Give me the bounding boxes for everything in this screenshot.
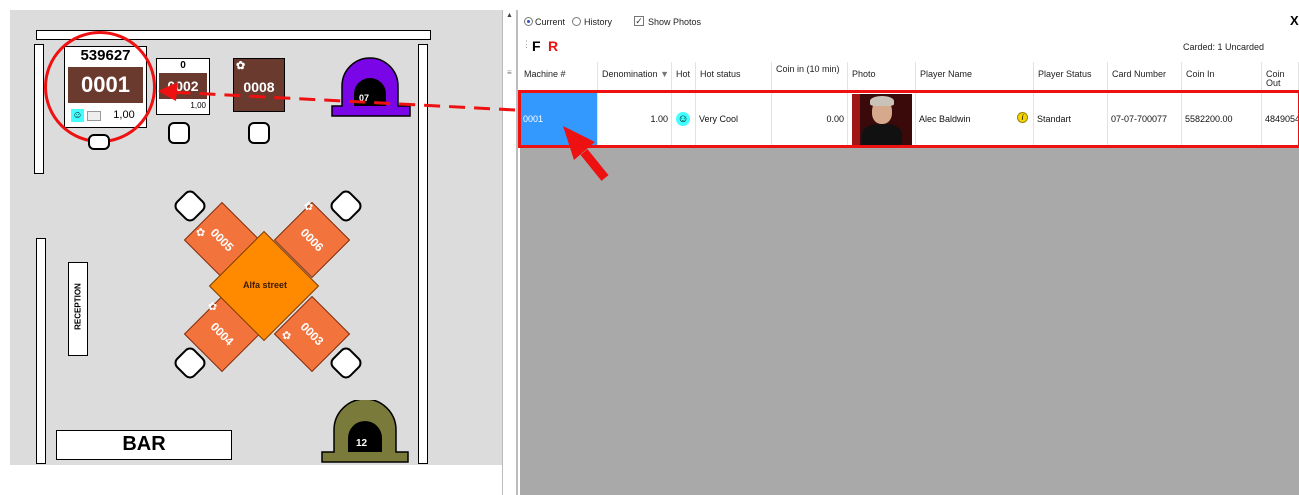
table-label: Alfa street (242, 280, 287, 290)
machine-12[interactable] (320, 400, 410, 464)
gear-icon: ✿ (304, 201, 314, 213)
col-photo[interactable]: Photo (848, 62, 916, 92)
cell-player-name[interactable]: Alec Baldwin i (916, 92, 1034, 148)
col-hot-status[interactable]: Hot status (696, 62, 772, 92)
machine-0008[interactable]: ✿ 0008 (233, 58, 285, 112)
history-label: History (584, 17, 613, 27)
reception-label: RECEPTION (73, 283, 83, 330)
carded-summary: Carded: 1 Uncarded (1183, 42, 1265, 52)
chair (168, 122, 190, 144)
show-photos-checkbox[interactable]: ✓ (634, 16, 644, 26)
chair (248, 122, 270, 144)
close-icon[interactable]: X (1290, 13, 1299, 28)
col-denomination[interactable]: Denomination ▼ (598, 62, 672, 92)
machines-panel: Current History ✓ Show Photos X F R Card… (520, 10, 1299, 495)
machine-07[interactable] (330, 56, 412, 118)
col-coin-in[interactable]: Coin In (1182, 62, 1262, 92)
left-lower-wall (36, 238, 46, 464)
grip-icon[interactable]: ≡ (507, 68, 512, 77)
toolbar: Current History ✓ Show Photos X F R Card… (520, 10, 1299, 62)
current-radio[interactable] (524, 17, 533, 26)
cell-hot-status[interactable]: Very Cool (696, 92, 772, 148)
current-label: Current (535, 17, 566, 27)
floor-plan: 539627 0001 ☺ 1,00 0 0002 1,00 ✿ 0008 07 (10, 10, 502, 465)
machine-number: 0008 (243, 79, 275, 95)
gear-icon: ✿ (236, 60, 246, 72)
cell-coin-in-10min[interactable]: 0.00 (772, 92, 848, 148)
cell-denomination[interactable]: 1.00 (598, 92, 672, 148)
col-coin-out[interactable]: Coin Out (1262, 62, 1299, 92)
machine-0002[interactable]: 0 0002 1,00 (156, 58, 210, 115)
machine-number: 0002 (159, 73, 207, 99)
cell-coin-in[interactable]: 5582200.00 (1182, 92, 1262, 148)
sort-icon: ▼ (660, 69, 669, 79)
col-hot[interactable]: Hot (672, 62, 696, 92)
grid-header: Machine # Denomination ▼ Hot Hot status … (520, 62, 1299, 92)
player-photo (852, 94, 912, 146)
col-coin-in-10min[interactable]: Coin in (10 min) (772, 62, 848, 92)
machine-card-number: 0 (180, 60, 186, 71)
machine-number: 12 (356, 438, 368, 449)
machine-denomination: 1,00 (190, 101, 206, 110)
table-row[interactable]: 0001 1.00 ☺ Very Cool 0.00 Alec Baldwin … (520, 92, 1299, 148)
cell-photo[interactable] (848, 92, 916, 148)
panel-splitter[interactable]: ▲ ≡ (502, 10, 520, 495)
toolbar-grip-icon: ⋮ (522, 39, 531, 49)
col-player-status[interactable]: Player Status (1034, 62, 1108, 92)
col-card-number[interactable]: Card Number (1108, 62, 1182, 92)
info-icon[interactable]: i (1017, 112, 1028, 123)
filter-f-button[interactable]: F (532, 38, 541, 54)
gear-icon: ✿ (208, 301, 218, 313)
col-player-name[interactable]: Player Name (916, 62, 1034, 92)
chair (171, 187, 209, 225)
col-machine[interactable]: Machine # (520, 62, 598, 92)
machine-number: 07 (359, 93, 370, 103)
chair (327, 187, 365, 225)
gear-icon: ✿ (282, 330, 292, 342)
chair (88, 134, 110, 150)
highlight-circle (44, 31, 156, 143)
filter-r-button[interactable]: R (548, 38, 558, 54)
smiley-icon: ☺ (676, 112, 690, 126)
cell-machine[interactable]: 0001 (520, 92, 598, 148)
cell-card-number[interactable]: 07-07-700077 (1108, 92, 1182, 148)
cell-player-status[interactable]: Standart (1034, 92, 1108, 148)
cell-hot[interactable]: ☺ (672, 92, 696, 148)
left-wall (34, 44, 44, 174)
bar-label: BAR (122, 433, 166, 455)
right-wall (418, 44, 428, 464)
scroll-up-icon[interactable]: ▲ (506, 12, 513, 19)
history-radio[interactable] (572, 17, 581, 26)
show-photos-label: Show Photos (648, 17, 702, 27)
cell-coin-out[interactable]: 4849054.0 (1262, 92, 1299, 148)
